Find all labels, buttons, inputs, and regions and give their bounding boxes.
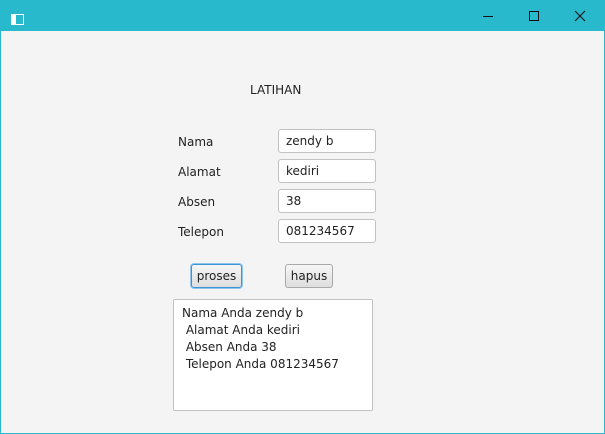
- form-heading: LATIHAN: [250, 83, 302, 97]
- minimize-icon: [483, 16, 493, 17]
- close-button[interactable]: [557, 1, 603, 31]
- absen-label: Absen: [178, 195, 216, 209]
- proses-button[interactable]: proses: [191, 264, 242, 288]
- alamat-input[interactable]: [278, 159, 376, 183]
- maximize-icon: [529, 11, 539, 21]
- nama-input[interactable]: [278, 129, 376, 153]
- close-icon: [574, 10, 586, 22]
- nama-label: Nama: [178, 135, 214, 149]
- maximize-button[interactable]: [511, 1, 557, 31]
- hapus-button[interactable]: hapus: [285, 264, 333, 288]
- form-area: LATIHAN Nama Alamat Absen Telepon proses…: [1, 31, 604, 433]
- telepon-input[interactable]: [278, 219, 376, 243]
- output-line-nama: Nama Anda zendy b: [182, 306, 304, 320]
- output-line-alamat: Alamat Anda kediri: [182, 323, 300, 337]
- output-line-telepon: Telepon Anda 081234567: [182, 357, 339, 371]
- title-bar[interactable]: [1, 1, 604, 31]
- app-window: LATIHAN Nama Alamat Absen Telepon proses…: [0, 0, 605, 434]
- telepon-label: Telepon: [178, 225, 224, 239]
- output-line-absen: Absen Anda 38: [182, 340, 277, 354]
- alamat-label: Alamat: [178, 165, 221, 179]
- output-textarea[interactable]: Nama Anda zendy b Alamat Anda kediri Abs…: [173, 299, 373, 411]
- minimize-button[interactable]: [465, 1, 511, 31]
- window-app-icon[interactable]: [11, 10, 24, 25]
- absen-input[interactable]: [278, 189, 376, 213]
